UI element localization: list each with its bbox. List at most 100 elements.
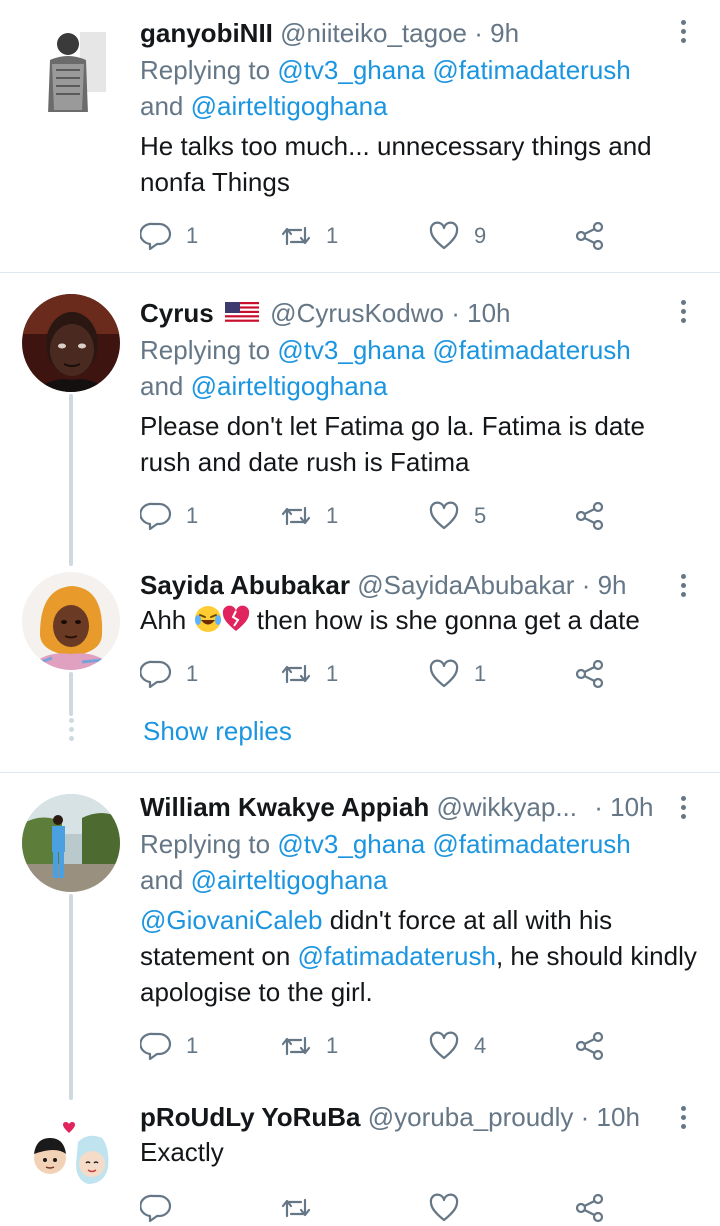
more-vertical-icon[interactable]	[676, 296, 690, 328]
replying-prefix: Replying to	[140, 829, 271, 859]
action-bar: 1 1 4	[140, 1028, 620, 1064]
separator: ·	[580, 1102, 590, 1132]
replying-to: Replying to @tv3_ghana @fatimadaterush a…	[140, 332, 700, 404]
broken-heart-emoji-icon	[222, 605, 249, 631]
display-name[interactable]: Sayida Abubakar	[140, 570, 350, 600]
laughing-tears-emoji-icon	[194, 606, 221, 632]
retweet-icon	[281, 506, 311, 526]
heart-icon	[429, 1193, 459, 1222]
reply-icon	[140, 1032, 172, 1061]
show-replies-link[interactable]: Show replies	[143, 716, 292, 747]
avatar[interactable]	[22, 294, 120, 392]
share-button[interactable]	[574, 498, 606, 534]
heart-icon	[429, 1031, 459, 1060]
share-icon	[575, 501, 604, 531]
more-vertical-icon[interactable]	[676, 570, 690, 602]
reply-icon	[140, 222, 172, 251]
retweet-button[interactable]	[280, 1190, 312, 1226]
reply-button[interactable]	[140, 1190, 172, 1226]
reply-mention[interactable]: @airteltigoghana	[191, 865, 388, 895]
share-button[interactable]	[574, 218, 606, 254]
reply-button[interactable]: 1	[140, 1028, 198, 1064]
reply-count: 1	[186, 1033, 199, 1058]
like-button[interactable]: 9	[428, 218, 486, 254]
tweet-text: Ahh then how is she gonna get a date	[140, 602, 700, 638]
retweet-button[interactable]: 1	[280, 498, 338, 534]
like-button[interactable]: 5	[428, 498, 486, 534]
like-button[interactable]: 1	[428, 656, 486, 692]
reply-mentions[interactable]: @tv3_ghana @fatimadaterush	[277, 829, 630, 859]
heart-icon	[429, 659, 459, 688]
more-vertical-icon[interactable]	[676, 1102, 690, 1134]
timestamp[interactable]: 10h	[467, 298, 510, 328]
reply-mentions[interactable]: @tv3_ghana @fatimadaterush	[277, 55, 630, 85]
more-vertical-icon[interactable]	[676, 792, 690, 824]
handle[interactable]: @wikkyap...	[436, 792, 577, 822]
share-button[interactable]	[574, 1190, 606, 1226]
tweet-header: William Kwakye Appiah @wikkyap... · 10h	[140, 790, 654, 824]
reply-mention[interactable]: @airteltigoghana	[191, 91, 388, 121]
display-name[interactable]: Cyrus	[140, 298, 214, 328]
handle[interactable]: @yoruba_proudly	[368, 1102, 574, 1132]
thread-line	[69, 394, 73, 566]
like-button[interactable]	[428, 1190, 460, 1226]
retweet-icon	[281, 664, 311, 684]
tweet-text-start: Ahh	[140, 605, 187, 635]
timestamp[interactable]: 9h	[598, 570, 627, 600]
like-button[interactable]: 4	[428, 1028, 486, 1064]
heart-icon	[429, 221, 459, 250]
mention-link[interactable]: @fatimadaterush	[298, 941, 496, 971]
separator: ·	[594, 792, 603, 822]
avatar[interactable]	[22, 1106, 120, 1204]
reply-count: 1	[186, 223, 199, 248]
handle[interactable]: @SayidaAbubakar	[357, 570, 574, 600]
retweet-button[interactable]: 1	[280, 218, 338, 254]
reply-mentions[interactable]: @tv3_ghana @fatimadaterush	[277, 335, 630, 365]
tweet-header: Sayida Abubakar @SayidaAbubakar · 9h	[140, 568, 627, 602]
heart-icon	[429, 501, 459, 530]
reply-button[interactable]: 1	[140, 498, 198, 534]
replying-to: Replying to @tv3_ghana @fatimadaterush a…	[140, 826, 700, 898]
replying-and: and	[140, 371, 184, 401]
avatar[interactable]	[22, 794, 120, 892]
display-name[interactable]: ganyobiNII	[140, 18, 273, 48]
tweet-header: Cyrus @CyrusKodwo · 10h	[140, 296, 511, 330]
avatar[interactable]	[22, 572, 120, 670]
replying-and: and	[140, 91, 184, 121]
retweet-count: 1	[326, 223, 339, 248]
timestamp[interactable]: 9h	[490, 18, 519, 48]
share-icon	[575, 221, 604, 251]
share-icon	[575, 659, 604, 689]
timestamp[interactable]: 10h	[610, 792, 653, 822]
tweet-text: @GiovaniCaleb didn't force at all with h…	[140, 902, 700, 1010]
retweet-icon	[281, 1036, 311, 1056]
reply-mention[interactable]: @airteltigoghana	[191, 371, 388, 401]
avatar-photo	[22, 794, 120, 892]
avatar-photo	[22, 294, 120, 392]
share-button[interactable]	[574, 656, 606, 692]
retweet-icon	[281, 226, 311, 246]
avatar[interactable]	[22, 14, 120, 112]
handle[interactable]: @niiteiko_tagoe	[280, 18, 467, 48]
like-count: 5	[474, 503, 487, 528]
action-bar: 1 1 1	[140, 656, 620, 692]
separator: ·	[474, 18, 483, 48]
reply-button[interactable]: 1	[140, 218, 198, 254]
more-vertical-icon[interactable]	[676, 16, 690, 48]
handle[interactable]: @CyrusKodwo	[270, 298, 444, 328]
divider	[0, 272, 720, 273]
retweet-button[interactable]: 1	[280, 1028, 338, 1064]
share-icon	[575, 1193, 604, 1223]
reply-icon	[140, 502, 172, 531]
action-bar: 1 1 5	[140, 498, 620, 534]
reply-icon	[140, 1194, 172, 1223]
retweet-button[interactable]: 1	[280, 656, 338, 692]
reply-button[interactable]: 1	[140, 656, 198, 692]
timestamp[interactable]: 10h	[597, 1102, 640, 1132]
mention-link[interactable]: @GiovaniCaleb	[140, 905, 322, 935]
display-name[interactable]: William Kwakye Appiah	[140, 792, 429, 822]
share-button[interactable]	[574, 1028, 606, 1064]
display-name[interactable]: pRoUdLy YoRuBa	[140, 1102, 361, 1132]
tweet-text: Please don't let Fatima go la. Fatima is…	[140, 411, 645, 477]
tweet-header: ganyobiNII @niiteiko_tagoe · 9h	[140, 16, 519, 50]
